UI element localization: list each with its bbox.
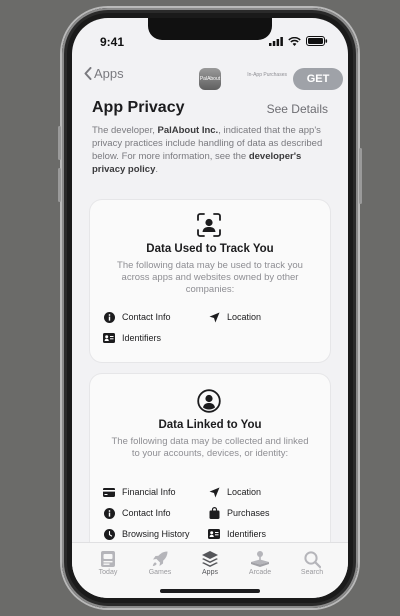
search-icon bbox=[287, 549, 337, 569]
tab-arcade[interactable]: Arcade bbox=[235, 549, 285, 576]
chevron-left-icon bbox=[84, 67, 92, 80]
card-title: Data Used to Track You bbox=[146, 243, 274, 255]
data-item-label: Identifiers bbox=[122, 333, 162, 343]
tracking-person-icon bbox=[196, 212, 222, 238]
id-card-icon bbox=[103, 332, 115, 344]
data-item-financial-info: Financial Info bbox=[103, 486, 176, 498]
back-label: Apps bbox=[94, 66, 124, 81]
card-description: The following data may be collected and … bbox=[111, 436, 309, 459]
layers-icon bbox=[185, 549, 235, 569]
data-item-label: Identifiers bbox=[227, 529, 267, 539]
privacy-header: App Privacy See Details bbox=[92, 99, 328, 117]
data-item-label: Contact Info bbox=[122, 312, 171, 322]
status-time: 9:41 bbox=[100, 35, 125, 49]
data-item-label: Location bbox=[227, 487, 262, 497]
tab-today[interactable]: Today bbox=[83, 549, 133, 576]
desc-prefix: The developer, bbox=[92, 125, 158, 136]
tab-label: Search bbox=[300, 569, 324, 576]
privacy-description: The developer, PalAbout Inc., indicated … bbox=[92, 124, 328, 176]
tab-games[interactable]: Games bbox=[135, 549, 185, 576]
data-item-browsing-history: Browsing History bbox=[103, 528, 190, 540]
status-bar: 9:41 bbox=[72, 18, 348, 52]
home-indicator[interactable] bbox=[160, 589, 260, 593]
linked-data-card[interactable]: Data Linked to You The following data ma… bbox=[90, 374, 330, 542]
signal-icon bbox=[269, 36, 283, 46]
see-details-link[interactable]: See Details bbox=[267, 102, 328, 116]
tab-label: Today bbox=[98, 569, 118, 576]
data-item-label: Contact Info bbox=[122, 508, 171, 518]
phone-frame: 9:41 Apps PalAbout In-App Purchases GET … bbox=[58, 8, 362, 608]
in-app-purchases-note: In-App Purchases bbox=[247, 72, 287, 78]
today-icon bbox=[83, 549, 133, 569]
status-icons bbox=[269, 36, 328, 46]
tab-label: Apps bbox=[202, 569, 218, 576]
info-icon bbox=[103, 507, 115, 519]
data-item-identifiers: Identifiers bbox=[103, 332, 161, 344]
battery-icon bbox=[306, 36, 328, 46]
power-button bbox=[359, 148, 362, 204]
nav-bar: Apps PalAbout In-App Purchases GET bbox=[72, 52, 348, 92]
tab-apps[interactable]: Apps bbox=[185, 549, 235, 576]
id-card-icon bbox=[208, 528, 220, 540]
back-button[interactable]: Apps bbox=[84, 66, 124, 81]
data-item-label: Purchases bbox=[227, 508, 270, 518]
app-icon: PalAbout bbox=[199, 68, 221, 90]
tracking-card[interactable]: Data Used to Track You The following dat… bbox=[90, 200, 330, 362]
data-item-location: Location bbox=[208, 311, 261, 323]
developer-name: PalAbout Inc. bbox=[157, 125, 219, 136]
volume-down-button bbox=[58, 168, 61, 202]
location-arrow-icon bbox=[208, 486, 220, 498]
wifi-icon bbox=[288, 36, 301, 46]
tab-search[interactable]: Search bbox=[287, 549, 337, 576]
screen: 9:41 Apps PalAbout In-App Purchases GET … bbox=[72, 18, 348, 598]
data-item-identifiers: Identifiers bbox=[208, 528, 266, 540]
person-circle-icon bbox=[196, 388, 222, 414]
data-item-label: Location bbox=[227, 312, 262, 322]
card-description: The following data may be used to track … bbox=[117, 260, 303, 295]
data-item-label: Financial Info bbox=[122, 487, 176, 497]
tab-label: Games bbox=[148, 569, 172, 576]
credit-card-icon bbox=[103, 486, 115, 498]
tab-label: Arcade bbox=[248, 569, 272, 576]
clock-icon bbox=[103, 528, 115, 540]
get-button[interactable]: GET bbox=[293, 68, 343, 90]
privacy-content[interactable]: App Privacy See Details The developer, P… bbox=[72, 92, 348, 542]
shopping-bag-icon bbox=[208, 507, 220, 519]
volume-up-button bbox=[58, 126, 61, 160]
card-title: Data Linked to You bbox=[158, 419, 262, 431]
data-item-contact-info: Contact Info bbox=[103, 507, 171, 519]
data-item-contact-info: Contact Info bbox=[103, 311, 171, 323]
rocket-icon bbox=[135, 549, 185, 569]
info-icon bbox=[103, 311, 115, 323]
data-item-purchases: Purchases bbox=[208, 507, 270, 519]
data-item-label: Browsing History bbox=[122, 529, 190, 539]
data-item-location: Location bbox=[208, 486, 261, 498]
joystick-icon bbox=[235, 549, 285, 569]
desc-suffix: . bbox=[155, 164, 159, 175]
location-arrow-icon bbox=[208, 311, 220, 323]
